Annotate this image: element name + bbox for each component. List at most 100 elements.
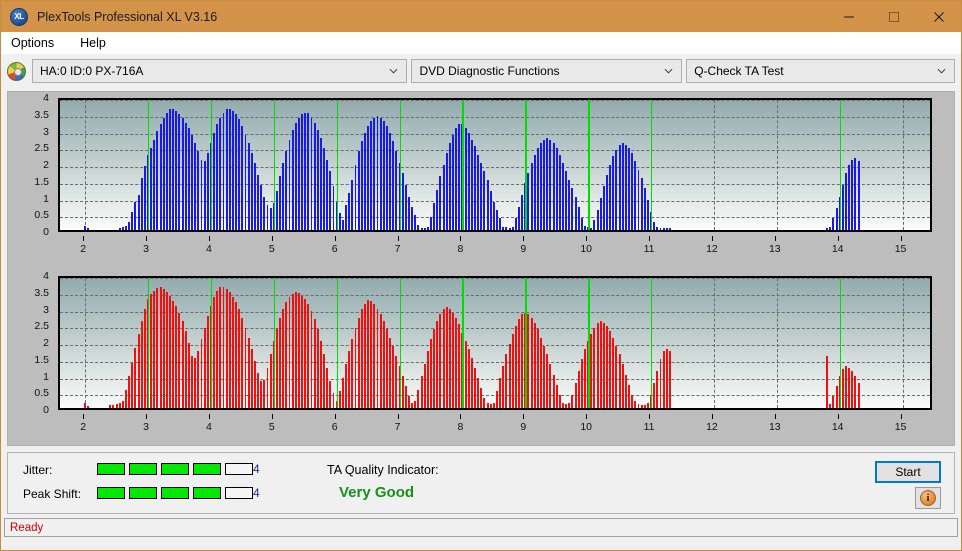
marker-line — [588, 100, 590, 230]
chart-bar — [200, 339, 203, 408]
chart-bar — [552, 374, 555, 408]
chart-bar — [153, 290, 156, 408]
chart-bar — [499, 377, 502, 408]
menu-item-options[interactable]: Options — [9, 36, 64, 50]
x-tick-mark — [146, 236, 148, 241]
gridline-vertical — [85, 100, 87, 230]
chart-bar — [857, 382, 860, 408]
chart-bar — [225, 109, 228, 230]
chart-bar — [206, 315, 209, 408]
chart-bar — [492, 201, 495, 230]
chart-bar — [580, 359, 583, 408]
gridline-horizontal — [60, 116, 930, 118]
chart-bar — [436, 320, 439, 408]
chart-bar — [203, 161, 206, 230]
chart-bar — [184, 122, 187, 230]
chart-bar — [181, 320, 184, 408]
chart-bar — [854, 157, 857, 230]
ta-quality-label: TA Quality Indicator: — [327, 463, 439, 477]
chart-bar — [370, 300, 373, 408]
close-icon[interactable] — [916, 1, 961, 32]
jitter-segment — [193, 463, 221, 475]
chart-bar — [521, 314, 524, 408]
chart-bar — [187, 342, 190, 408]
chart-bar — [178, 312, 181, 408]
device-select[interactable]: HA:0 ID:0 PX-716A — [32, 59, 408, 83]
maximize-icon[interactable] — [871, 1, 916, 32]
chart-bar — [194, 357, 197, 408]
info-button[interactable]: i — [915, 487, 941, 509]
info-icon: i — [920, 490, 936, 506]
chart-bar — [401, 173, 404, 230]
chart-bar — [137, 194, 140, 230]
chart-bar — [477, 154, 480, 230]
x-axis: 2 3 4 5 6 7 8 9 10 11 12 13 14 15 — [58, 414, 932, 440]
chart-bar — [172, 300, 175, 408]
chart-bar — [584, 225, 586, 230]
chart-bar — [392, 346, 395, 408]
minimize-icon[interactable] — [826, 1, 871, 32]
chart-bar — [533, 154, 536, 230]
chart-bar — [213, 132, 215, 230]
y-tick-label: 0.5 — [34, 387, 49, 399]
chart-bar — [172, 108, 175, 230]
chart-bar — [175, 111, 178, 230]
chart-bar — [832, 396, 835, 408]
test-select[interactable]: Q-Check TA Test — [686, 59, 955, 83]
chart-bar — [458, 124, 461, 230]
start-button[interactable]: Start — [875, 461, 941, 483]
chart-bar — [159, 124, 162, 230]
chart-bar — [555, 384, 558, 408]
chart-bar — [543, 346, 546, 408]
selector-bar: HA:0 ID:0 PX-716A DVD Diagnostic Functio… — [1, 54, 961, 85]
function-select[interactable]: DVD Diagnostic Functions — [411, 59, 683, 83]
marker-line — [462, 100, 464, 230]
marker-line — [651, 278, 653, 408]
chart-bar — [162, 289, 165, 408]
chart-bar — [143, 166, 146, 230]
chart-bar — [360, 309, 363, 408]
chart-bar — [574, 382, 577, 408]
chart-bar — [131, 362, 134, 408]
chart-bar — [323, 354, 326, 408]
chart-bar — [530, 163, 533, 230]
chart-bar — [826, 356, 829, 408]
chart-bar — [558, 394, 561, 408]
window-title: PlexTools Professional XL V3.16 — [37, 9, 218, 24]
menu-item-help[interactable]: Help — [78, 36, 116, 50]
chart-bar — [351, 179, 354, 230]
gridline-vertical — [902, 278, 904, 408]
chart-bar — [323, 147, 326, 230]
chart-bar — [430, 339, 432, 408]
x-tick-label: 15 — [894, 421, 907, 433]
chart-bar — [414, 401, 417, 408]
chart-bar — [137, 334, 140, 408]
chart-bar — [150, 294, 153, 408]
peak-shift-segment — [129, 487, 157, 499]
chart-bar — [577, 371, 580, 408]
chart-bar — [216, 124, 219, 230]
chart-bar — [219, 287, 222, 408]
chart-bar — [486, 179, 489, 230]
peak-shift-segment — [97, 487, 125, 499]
chart-bar — [282, 163, 285, 230]
chart-bar — [373, 117, 376, 230]
chart-bar — [502, 226, 505, 230]
gridline-vertical — [776, 100, 778, 230]
chart-bar — [637, 403, 640, 408]
chart-bar — [832, 218, 835, 230]
x-tick-label: 8 — [457, 243, 464, 255]
chart-bar — [420, 376, 423, 408]
chart-bar — [665, 228, 668, 230]
y-tick-label: 0 — [43, 403, 49, 416]
chart-bar — [571, 394, 574, 408]
chart-bar — [87, 228, 90, 230]
chart-bar — [568, 402, 571, 408]
chart-bar — [187, 127, 190, 230]
chart-bar — [455, 127, 458, 230]
x-tick-mark — [208, 414, 210, 419]
chart-bar — [458, 324, 461, 408]
chart-bar — [291, 129, 294, 230]
chart-bar — [275, 191, 278, 230]
jitter-segment — [97, 463, 125, 475]
